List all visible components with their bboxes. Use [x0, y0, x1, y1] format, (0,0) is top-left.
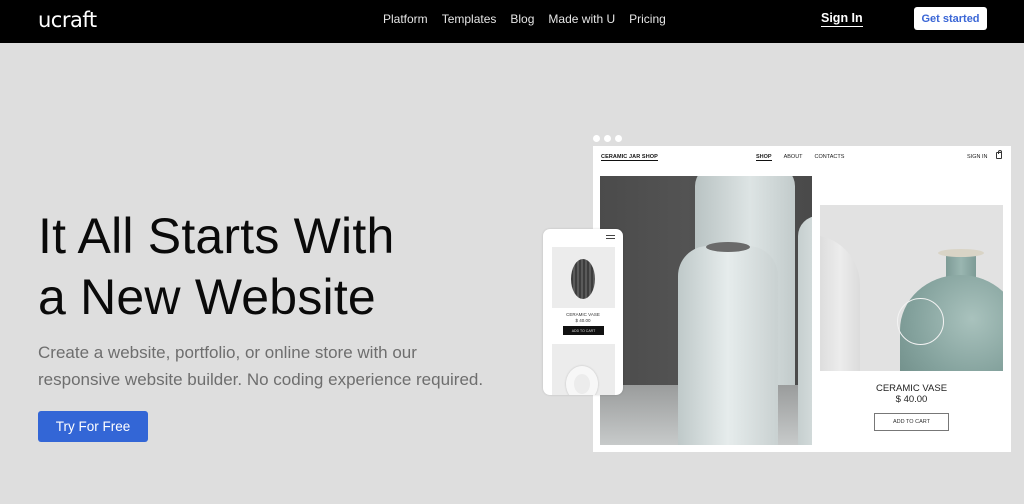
- browser-window-dots: [593, 135, 622, 142]
- window-dot: [593, 135, 600, 142]
- white-vase-shape: [820, 235, 860, 371]
- try-for-free-button[interactable]: Try For Free: [38, 411, 148, 442]
- zoom-circle-indicator: [897, 298, 944, 345]
- website-preview-mockup: CERAMIC JAR SHOP SHOP ABOUT CONTACTS SIG…: [593, 146, 1011, 452]
- ceramic-vase-photo: [820, 205, 1003, 371]
- jade-vase-rim: [938, 249, 984, 257]
- window-dot: [604, 135, 611, 142]
- window-dot: [615, 135, 622, 142]
- nav-templates[interactable]: Templates: [442, 12, 497, 26]
- nav-blog[interactable]: Blog: [510, 12, 534, 26]
- mockup-sign-in: SIGN IN: [967, 154, 988, 160]
- mockup-add-to-cart-button: ADD TO CART: [874, 413, 949, 431]
- mockup-nav: SHOP ABOUT CONTACTS: [756, 154, 844, 161]
- vase-shape: [798, 216, 812, 445]
- hero-subtitle-line1: Create a website, portfolio, or online s…: [38, 343, 417, 362]
- phone-product-image-2: [552, 344, 615, 395]
- phone-product-price: $ 40.00: [575, 318, 591, 323]
- ring-vase-shape: [566, 366, 598, 395]
- mockup-brand: CERAMIC JAR SHOP: [601, 154, 658, 161]
- mockup-nav-contacts: CONTACTS: [814, 154, 845, 160]
- nav-made-with-u[interactable]: Made with U: [548, 12, 615, 26]
- mockup-product-name: CERAMIC VASE: [875, 383, 948, 394]
- mockup-nav-shop: SHOP: [756, 154, 772, 161]
- hero-subtitle: Create a website, portfolio, or online s…: [38, 339, 508, 393]
- sign-in-link[interactable]: Sign In: [821, 11, 863, 27]
- nav-pricing[interactable]: Pricing: [629, 12, 666, 26]
- ceramic-bottles-photo: [600, 176, 812, 445]
- hero-title-line1: It All Starts With: [38, 208, 395, 264]
- mockup-nav-about: ABOUT: [783, 154, 803, 160]
- hero-title: It All Starts With a New Website: [38, 206, 394, 328]
- phone-product-name: CERAMIC VASE: [566, 312, 600, 317]
- hero-subtitle-line2: responsive website builder. No coding ex…: [38, 370, 484, 389]
- vase-shape: [678, 242, 778, 445]
- nav-platform[interactable]: Platform: [383, 12, 428, 26]
- mobile-preview-mockup: CERAMIC VASE $ 40.00 ADD TO CART: [543, 229, 623, 395]
- phone-add-to-cart-button: ADD TO CART: [563, 326, 604, 335]
- main-nav: Platform Templates Blog Made with U Pric…: [383, 12, 680, 26]
- get-started-button[interactable]: Get started: [914, 7, 987, 30]
- hero-title-line2: a New Website: [38, 269, 376, 325]
- phone-product-image: [552, 247, 615, 308]
- mockup-product-price: $ 40.00: [895, 394, 928, 405]
- shopping-bag-icon: [996, 150, 1002, 159]
- top-navigation-bar: ucraft Platform Templates Blog Made with…: [0, 0, 1024, 43]
- ribbed-vase-shape: [571, 259, 595, 299]
- hamburger-menu-icon: [606, 235, 615, 239]
- ucraft-logo[interactable]: ucraft: [38, 8, 97, 32]
